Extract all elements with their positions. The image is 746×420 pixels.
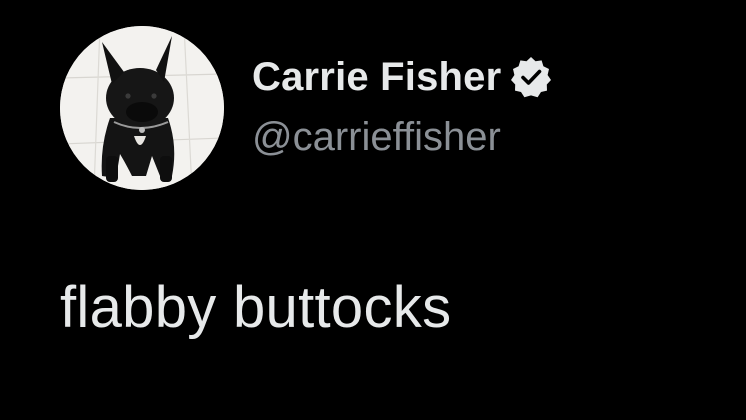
french-bulldog-avatar-image	[60, 26, 224, 190]
author-name-row: Carrie Fisher	[252, 54, 553, 100]
profile-avatar[interactable]	[60, 26, 224, 190]
tweet-card: Carrie Fisher @carrieffisher flabby butt…	[0, 0, 746, 420]
tweet-body-text: flabby buttocks	[60, 275, 452, 340]
author-handle[interactable]: @carrieffisher	[252, 114, 501, 160]
verified-badge-icon	[509, 55, 553, 99]
author-display-name[interactable]: Carrie Fisher	[252, 54, 501, 100]
